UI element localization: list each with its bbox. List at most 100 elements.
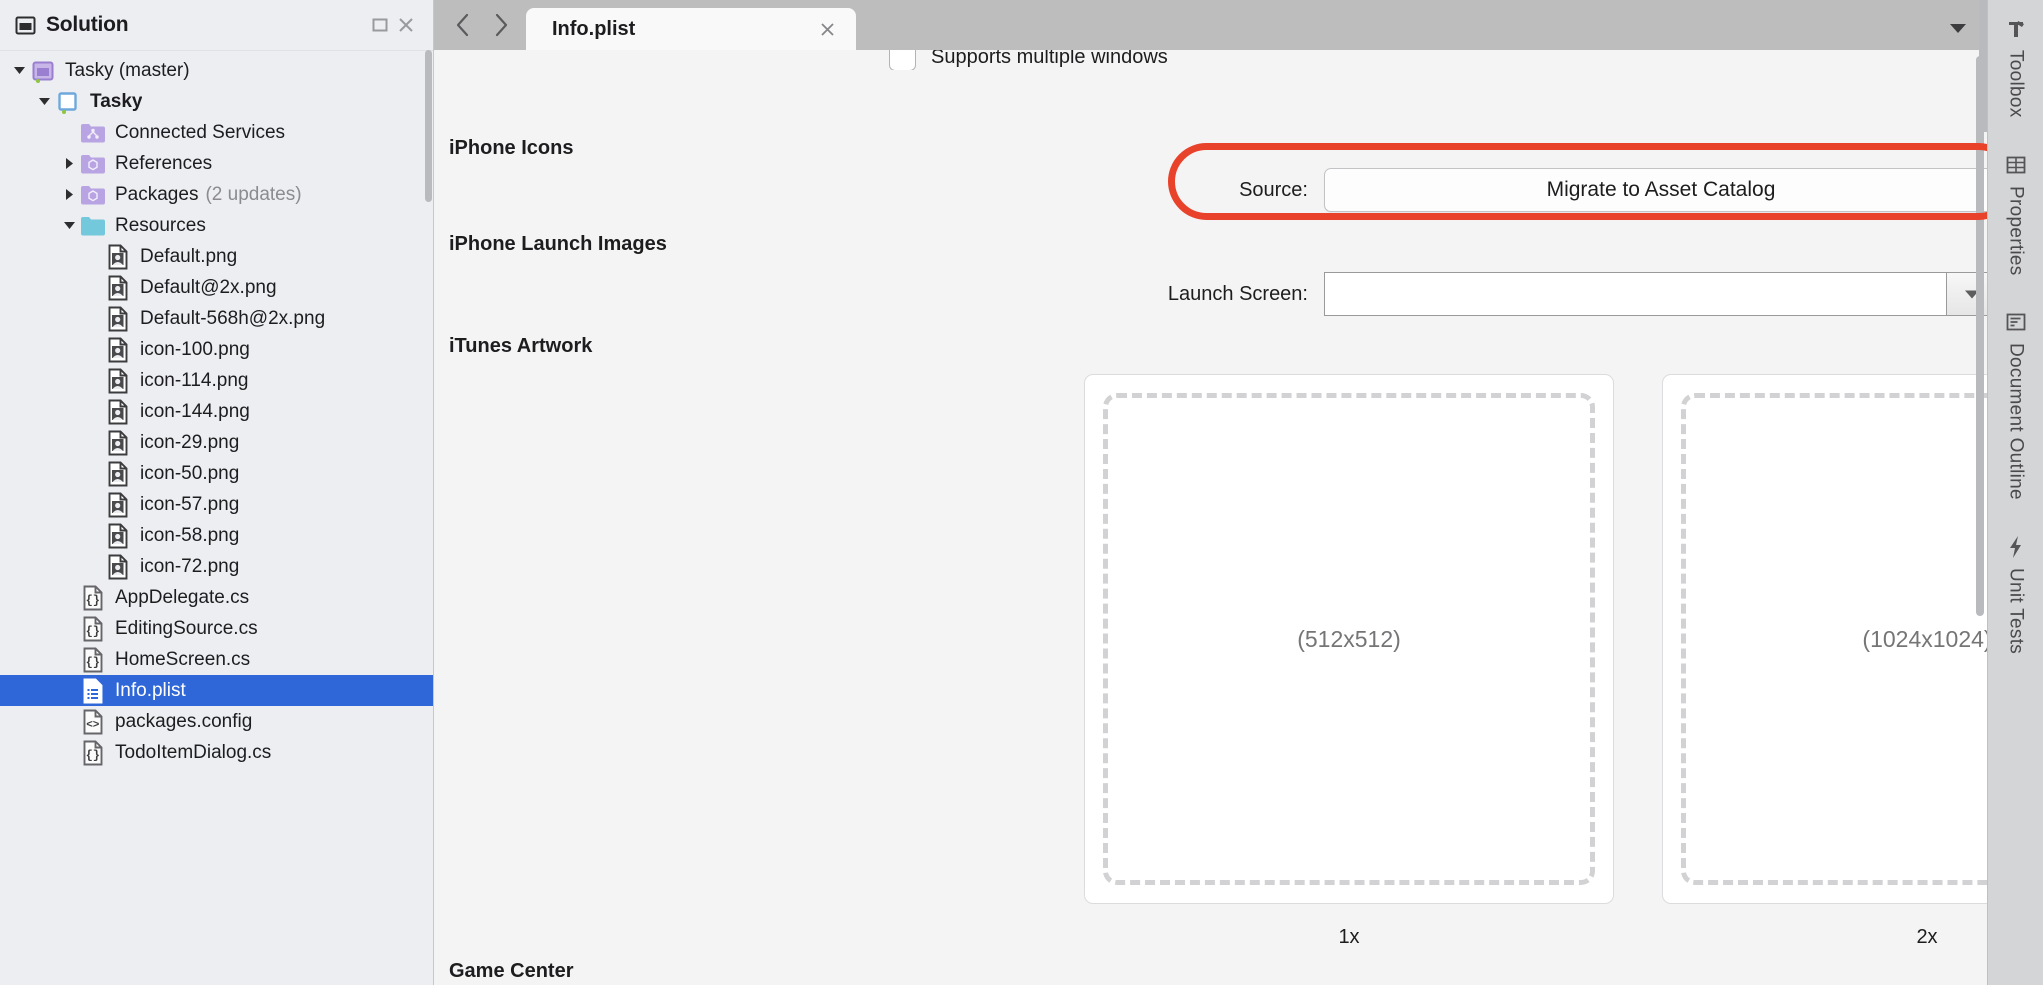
tree-item-label: AppDelegate.cs — [115, 586, 250, 608]
image-file-icon — [105, 275, 131, 301]
close-icon[interactable] — [393, 12, 419, 38]
tree-item[interactable]: Default@2x.png — [0, 272, 433, 303]
tree-item[interactable]: icon-114.png — [0, 365, 433, 396]
rail-tab-label: Toolbox — [2005, 50, 2027, 118]
tree-item[interactable]: <> packages.config — [0, 706, 433, 737]
section-title-iphone-icons: iPhone Icons — [449, 137, 574, 159]
tree-item-label: Default.png — [140, 245, 238, 267]
chevron-left-icon[interactable] — [444, 6, 482, 44]
document-outline-icon — [2003, 309, 2029, 335]
tree-item[interactable]: Packages (2 updates) — [0, 179, 433, 210]
nav-buttons — [434, 0, 526, 50]
tree-item-label: Info.plist — [115, 679, 186, 701]
chevron-right-icon[interactable] — [58, 148, 80, 179]
tree-item[interactable]: Connected Services — [0, 117, 433, 148]
connected-services-folder-icon — [80, 120, 106, 146]
tree-item[interactable]: icon-50.png — [0, 458, 433, 489]
tree-item-label: Resources — [115, 214, 206, 236]
tree-item[interactable]: {} HomeScreen.cs — [0, 644, 433, 675]
tree-item-label: icon-29.png — [140, 431, 240, 453]
supports-multiple-windows-checkbox[interactable] — [889, 50, 916, 70]
ide-window: Solution Tasky (master) Tasky Connected … — [0, 0, 2043, 985]
twisty-placeholder — [58, 582, 80, 613]
tree-item[interactable]: Default.png — [0, 241, 433, 272]
tree-item[interactable]: icon-58.png — [0, 520, 433, 551]
rail-tab-label: Properties — [2005, 185, 2027, 276]
launch-screen-row: Launch Screen: — [1114, 272, 1987, 316]
image-file-icon — [105, 337, 131, 363]
csharp-file-icon: {} — [80, 647, 106, 673]
section-title-game-center: Game Center — [449, 960, 574, 982]
rail-tab-label: Unit Tests — [2005, 568, 2027, 655]
artwork-dropzone[interactable]: (1024x1024) — [1681, 393, 1987, 885]
editor-vertical-scrollbar[interactable] — [1976, 56, 1984, 616]
chevron-down-icon[interactable] — [8, 55, 30, 86]
twisty-placeholder — [83, 551, 105, 582]
chevron-down-icon[interactable] — [58, 210, 80, 241]
tree-item[interactable]: icon-72.png — [0, 551, 433, 582]
tree-item[interactable]: Resources — [0, 210, 433, 241]
twisty-placeholder — [83, 427, 105, 458]
tree-item[interactable]: icon-57.png — [0, 489, 433, 520]
image-file-icon — [105, 306, 131, 332]
tree-item-label: icon-114.png — [140, 369, 249, 391]
migrate-to-asset-catalog-button[interactable]: Migrate to Asset Catalog — [1324, 168, 1987, 212]
artwork-size-hint: (1024x1024) — [1862, 625, 1987, 652]
tree-item-label: Default@2x.png — [140, 276, 277, 298]
chevron-down-icon[interactable] — [33, 86, 55, 117]
editor-scrollbar-track[interactable] — [1979, 0, 1987, 132]
properties-table-icon — [2003, 152, 2029, 178]
tree-item[interactable]: Default-568h@2x.png — [0, 303, 433, 334]
section-title-iphone-launch-images: iPhone Launch Images — [449, 233, 667, 255]
launch-screen-input[interactable] — [1324, 272, 1946, 316]
twisty-placeholder — [58, 675, 80, 706]
tree-item-label: Default-568h@2x.png — [140, 307, 326, 329]
image-file-icon — [105, 461, 131, 487]
close-icon[interactable] — [814, 16, 840, 42]
artwork-dropzone[interactable]: (512x512) — [1103, 393, 1595, 885]
artwork-dropzone-card[interactable]: (512x512) — [1084, 374, 1614, 904]
tree-item-selected[interactable]: Info.plist — [0, 675, 433, 706]
itunes-artwork-slot: (512x512) 1x — [1084, 374, 1614, 949]
tree-item[interactable]: icon-144.png — [0, 396, 433, 427]
svg-text:{}: {} — [86, 655, 100, 669]
supports-multiple-windows-label: Supports multiple windows — [931, 50, 1168, 68]
rail-tab[interactable]: Properties — [2003, 152, 2029, 276]
artwork-size-hint: (512x512) — [1297, 625, 1401, 652]
chevron-right-icon[interactable] — [58, 179, 80, 210]
tree-item[interactable]: Tasky (master) — [0, 55, 433, 86]
tree-item-label: icon-100.png — [140, 338, 250, 360]
solution-pad-title: Solution — [46, 13, 129, 36]
twisty-placeholder — [58, 613, 80, 644]
tree-item[interactable]: {} TodoItemDialog.cs — [0, 737, 433, 768]
tree-item[interactable]: {} AppDelegate.cs — [0, 582, 433, 613]
twisty-placeholder — [83, 396, 105, 427]
rail-tab[interactable]: Toolbox — [2003, 16, 2029, 118]
rail-tab[interactable]: Unit Tests — [2003, 534, 2029, 654]
image-file-icon — [105, 368, 131, 394]
twisty-placeholder — [83, 458, 105, 489]
chevron-down-icon[interactable] — [1945, 16, 1971, 42]
image-file-icon — [105, 430, 131, 456]
solution-tree[interactable]: Tasky (master) Tasky Connected Services … — [0, 51, 433, 985]
chevron-right-icon[interactable] — [482, 6, 520, 44]
tree-item[interactable]: Tasky — [0, 86, 433, 117]
tree-item[interactable]: icon-29.png — [0, 427, 433, 458]
tab-info-plist[interactable]: Info.plist — [526, 8, 856, 50]
supports-multiple-windows-row: Supports multiple windows — [434, 50, 1973, 70]
tree-item[interactable]: icon-100.png — [0, 334, 433, 365]
artwork-dropzone-card[interactable]: (1024x1024) — [1662, 374, 1987, 904]
tree-item[interactable]: References — [0, 148, 433, 179]
rail-tab[interactable]: Document Outline — [2003, 309, 2029, 500]
twisty-placeholder — [58, 706, 80, 737]
tree-item[interactable]: {} EditingSource.cs — [0, 613, 433, 644]
dock-icon[interactable] — [367, 12, 393, 38]
solution-pad-scrollbar[interactable] — [425, 50, 432, 202]
launch-screen-combobox[interactable] — [1324, 272, 1987, 316]
rail-items: Toolbox Properties Document Outline Unit Te… — [2003, 16, 2029, 688]
twisty-placeholder — [83, 241, 105, 272]
image-file-icon — [105, 244, 131, 270]
tree-item-label: References — [115, 152, 213, 174]
packages-folder-icon — [80, 182, 106, 208]
tree-item-label: icon-58.png — [140, 524, 240, 546]
